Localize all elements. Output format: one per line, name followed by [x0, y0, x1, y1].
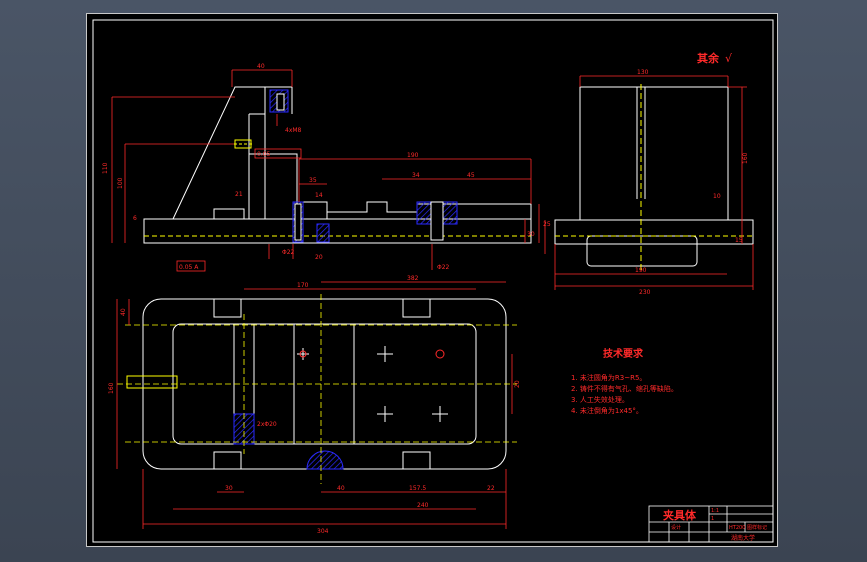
side-dim-labels: 130 160 190 230 10 15 — [635, 69, 749, 296]
plan-dim-inner: 240 — [417, 502, 429, 509]
dim-depth-a: 20 — [315, 254, 323, 261]
side-dim-overall: 230 — [639, 289, 651, 296]
side-dim-r10: 10 — [713, 193, 721, 200]
dim-30: 30 — [527, 231, 535, 238]
front-view — [143, 86, 532, 244]
dim-hole-a: Φ22 — [282, 249, 295, 256]
tb-school: 湖南大学 — [731, 534, 755, 542]
dim-flat-frame: 0.05 A — [179, 264, 199, 271]
plan-dim-h2: 40 — [120, 308, 127, 316]
dim-seg-c: 45 — [467, 172, 475, 179]
plan-dimensions — [116, 281, 513, 529]
tech-item-1: 1. 未注圆角为R3~R5。 — [571, 373, 646, 382]
plan-dim-ext: 382 — [407, 275, 419, 282]
side-upright — [579, 86, 729, 221]
dim-height-mid: 100 — [117, 177, 124, 189]
side-dim-r15: 15 — [735, 237, 743, 244]
side-view — [554, 84, 754, 272]
plan-dim-seg1: 170 — [297, 282, 309, 289]
side-dim-top: 130 — [637, 69, 649, 76]
tech-item-3: 3. 人工失效处理。 — [571, 395, 629, 404]
front-base-plate — [143, 218, 532, 244]
tb-qty: 1 — [711, 516, 714, 522]
side-dim-base: 190 — [635, 267, 647, 274]
tech-requirements: 技术要求 1. 未注圆角为R3~R5。 2. 铸件不得有气孔、缩孔等缺陷。 3.… — [571, 347, 678, 415]
plan-dim-total: 304 — [317, 528, 329, 535]
dim-thread-top: 4xM8 — [285, 127, 302, 134]
tech-item-4: 4. 未注倒角为1x45°。 — [571, 406, 643, 415]
dim-25: 25 — [543, 221, 551, 228]
plan-dim-30: 30 — [225, 485, 233, 492]
dim-total-len: 190 — [407, 152, 419, 159]
drawing-border — [92, 19, 774, 543]
dim-depth-b: 14 — [315, 192, 323, 199]
dim-height-total: 110 — [102, 162, 109, 174]
title-block-text: 夹具体 1:1 1 HT200 图样标记 设计 湖南大学 — [663, 508, 767, 542]
plan-dim-labels: 304 240 170 157.5 22 40 30 160 40 20 2xΦ… — [108, 275, 521, 535]
plan-dim-seg3: 22 — [487, 485, 495, 492]
dim-hole-b: Φ22 — [437, 264, 450, 271]
drawing-title: 夹具体 — [663, 508, 697, 522]
plan-dim-40: 40 — [337, 485, 345, 492]
tech-item-2: 2. 铸件不得有气孔、缩孔等缺陷。 — [571, 384, 678, 393]
roughness-symbol: √ — [725, 52, 733, 65]
tb-designer: 设计 — [671, 524, 681, 531]
drawing-canvas: 40 190 35 34 45 110 100 6 0.05 A 0.05 4x… — [92, 19, 774, 543]
side-dim-height: 160 — [742, 152, 749, 164]
dim-21: 21 — [235, 191, 243, 198]
tb-material: HT200 — [729, 525, 745, 531]
dim-top-width: 40 — [257, 63, 265, 70]
front-riser — [248, 153, 298, 220]
dim-h-small: 6 — [133, 215, 137, 222]
cad-drawing-sheet: 40 190 35 34 45 110 100 6 0.05 A 0.05 4x… — [86, 13, 778, 547]
dim-seg-a: 35 — [309, 177, 317, 184]
tb-sheet: 图样标记 — [747, 524, 767, 531]
plan-section-bottom — [306, 450, 344, 470]
plan-dim-seg2: 157.5 — [409, 485, 426, 492]
tb-scale: 1:1 — [711, 508, 719, 514]
plan-dim-h3: 20 — [514, 380, 521, 388]
surface-note: 其余 — [697, 51, 720, 65]
dim-seg-b: 34 — [412, 172, 420, 179]
dim-tol-frame: 0.05 — [257, 151, 271, 158]
plan-dim-height: 160 — [108, 382, 115, 394]
plan-dim-hole: 2xΦ20 — [257, 421, 277, 428]
front-bracket — [172, 86, 266, 220]
tech-title: 技术要求 — [603, 347, 644, 360]
side-dimensions — [544, 75, 754, 290]
side-base — [554, 219, 754, 245]
